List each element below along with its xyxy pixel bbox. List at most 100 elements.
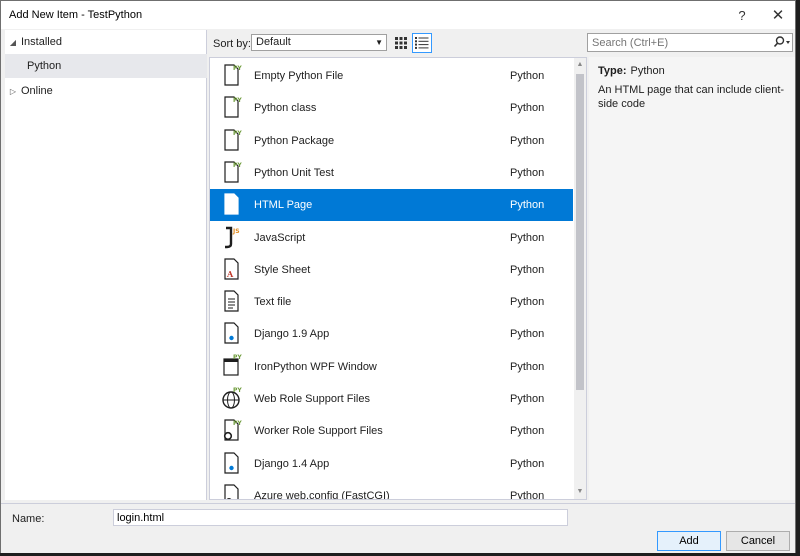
stylesheet-file-icon: A [210,254,254,286]
list-view-icon [415,37,429,49]
python-file-icon: PY [210,125,254,157]
svg-text:PY: PY [233,354,242,361]
config-file-icon [210,480,254,499]
template-name: Azure web.config (FastCGI) [254,489,390,500]
scroll-thumb[interactable] [576,74,584,390]
template-list-item[interactable]: PY Web Role Support Files Python [210,383,573,415]
tree-node-installed[interactable]: ◢ Installed [5,30,207,54]
template-name: IronPython WPF Window [254,360,377,373]
svg-text:PY: PY [233,97,242,104]
template-name: Text file [254,296,292,309]
sort-by-value: Default [256,36,291,48]
template-list-item[interactable]: A Style Sheet Python [210,254,573,286]
expanded-arrow-icon[interactable]: ◢ [5,38,21,47]
window-title: Add New Item - TestPython [9,9,143,21]
scroll-down-arrow-icon[interactable]: ▼ [574,485,586,499]
template-name: Python Unit Test [254,166,334,179]
template-name: Style Sheet [254,263,311,276]
name-label: Name: [12,513,45,525]
template-list-item[interactable]: JS JavaScript Python [210,222,573,254]
globe-icon: PY [210,383,254,415]
template-language: Python [510,199,545,212]
template-name: Python Package [254,134,335,147]
tree-node-online[interactable]: ▷ Online [5,79,207,103]
vertical-scrollbar[interactable]: ▲ ▼ [574,58,586,499]
tree-node-label: Online [21,85,53,97]
template-list-item[interactable]: PY Python Unit Test Python [210,157,573,189]
template-list-item[interactable]: Azure web.config (FastCGI) Python [210,480,573,500]
template-name: Django 1.4 App [254,457,330,470]
template-name: Django 1.9 App [254,328,330,341]
template-list-item[interactable]: PY Python Package Python [210,125,573,157]
template-list: PY Empty Python File Python PY Python class P… [209,57,587,500]
sort-by-label: Sort by: [213,38,251,50]
template-list-item[interactable]: <> HTML Page Python [210,189,573,222]
svg-text:PY: PY [233,65,242,72]
gear-file-icon: PY [210,415,254,447]
svg-text:A: A [226,269,234,279]
search-box[interactable] [587,33,793,52]
template-language: Python [510,231,545,244]
template-name: Web Role Support Files [254,393,370,405]
scroll-up-arrow-icon[interactable]: ▲ [574,58,586,72]
python-file-icon: PY [210,92,254,124]
template-list-item[interactable]: PY Python class Python [210,92,573,124]
close-button[interactable]: ✕ [761,1,795,29]
template-language: Python [510,393,545,405]
template-name: Empty Python File [254,70,344,82]
tree-node-label: Installed [21,36,62,48]
template-category-tree: ◢ Installed Python ▷ Online [5,30,207,500]
item-details-pane: Type: Python An HTML page that can includ… [589,57,795,500]
details-description: An HTML page that can include client-sid… [598,84,785,110]
template-list-item[interactable]: PY IronPython WPF Window Python [210,351,573,383]
sort-by-dropdown[interactable]: Default ▼ [251,34,387,51]
python-file-icon: PY [210,60,254,92]
svg-text:JS: JS [232,228,240,235]
bottom-bar: Name: Add Cancel [1,503,795,553]
template-language: Python [510,166,545,179]
template-list-item[interactable]: PY Empty Python File Python [210,60,573,92]
template-language: Python [510,102,545,115]
template-name: HTML Page [254,199,313,212]
details-type: Type: Python [598,65,665,77]
svg-text:PY: PY [233,130,242,137]
search-icon[interactable] [772,35,792,50]
name-input[interactable] [113,509,568,526]
html-file-icon: <> [210,189,254,221]
svg-text:PY: PY [233,420,242,427]
template-list-item[interactable]: PY Worker Role Support Files Python [210,415,573,447]
template-name: JavaScript [254,231,306,244]
django-app-icon [210,448,254,480]
collapsed-arrow-icon[interactable]: ▷ [5,87,21,96]
template-name: Python class [254,102,317,115]
dropdown-arrow-icon: ▼ [375,38,383,47]
tree-node-python[interactable]: Python [5,54,207,78]
help-button[interactable]: ? [725,1,759,29]
template-name: Worker Role Support Files [254,425,383,438]
list-view-button[interactable] [412,33,432,53]
template-language: Python [510,328,545,341]
django-app-icon [210,318,254,350]
add-new-item-dialog: Add New Item - TestPython ? ✕ ◢ Installe… [0,0,796,553]
search-input[interactable] [588,34,770,51]
cancel-button[interactable]: Cancel [726,531,790,551]
template-list-item[interactable]: Text file Python [210,286,573,318]
tree-node-label: Python [27,60,62,72]
template-language: Python [510,70,545,82]
wpf-window-icon: PY [210,351,254,383]
details-type-label: Type: [598,65,627,77]
svg-text:PY: PY [233,162,242,169]
template-language: Python [510,489,545,500]
template-language: Python [510,360,545,373]
template-language: Python [510,263,545,276]
template-list-item[interactable]: Django 1.9 App Python [210,318,573,350]
svg-text:<>: <> [227,205,239,213]
svg-text:PY: PY [233,387,242,394]
medium-icons-view-button[interactable] [391,33,411,53]
javascript-file-icon: JS [210,222,254,254]
add-button[interactable]: Add [657,531,721,551]
text-file-icon [210,286,254,318]
details-type-value: Python [630,65,665,77]
template-list-item[interactable]: Django 1.4 App Python [210,448,573,480]
grid-view-icon [395,37,407,49]
